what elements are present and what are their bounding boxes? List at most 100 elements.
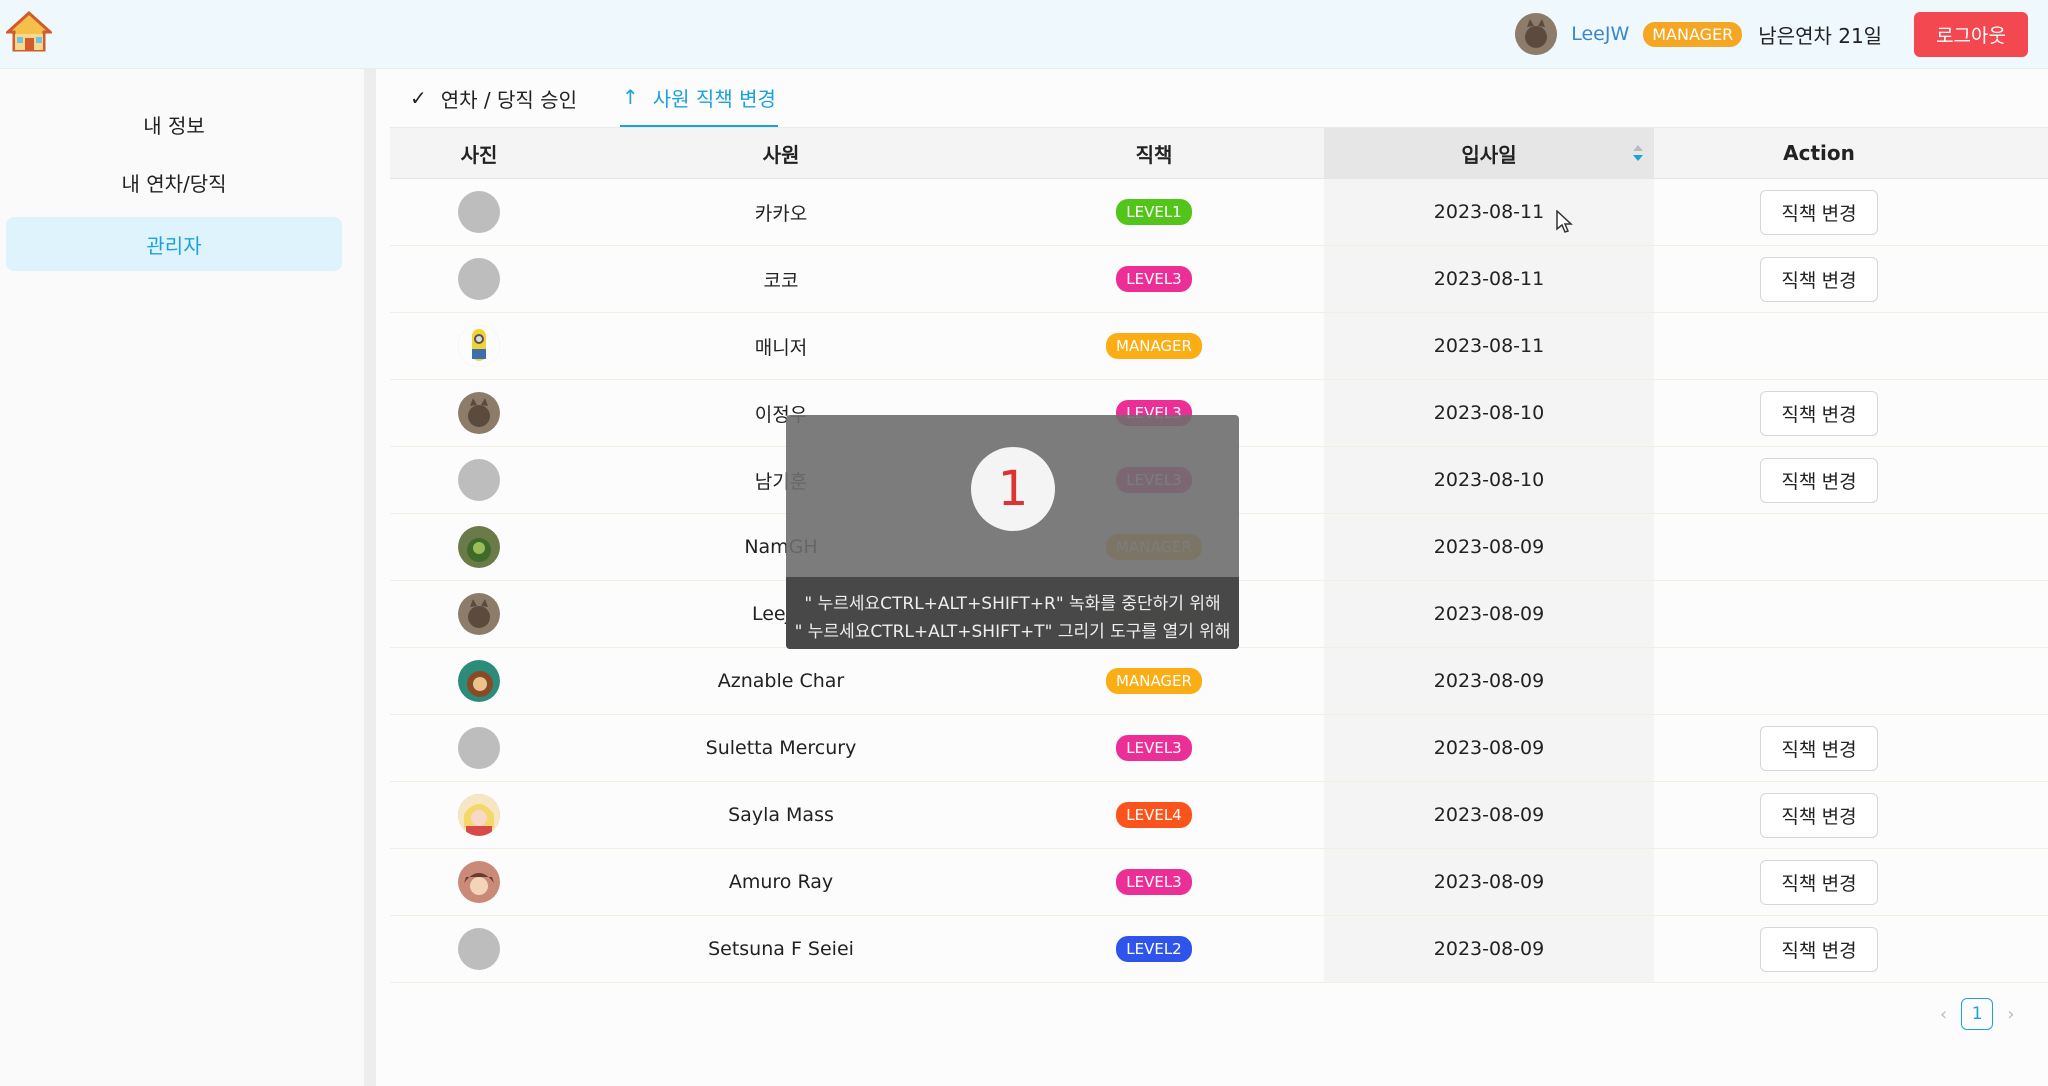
sort-icon[interactable] [1632,143,1644,163]
employee-name: Amuro Ray [728,871,834,893]
position-cell: LEVEL3 [994,849,1314,915]
action-cell: 직책 변경 [1654,782,1984,848]
photo-cell [390,447,568,513]
employee-name: Suletta Mercury [705,737,857,759]
change-position-button[interactable]: 직책 변경 [1760,725,1878,771]
avatar [458,392,500,434]
table-row: 매니저 MANAGER 2023-08-11 [390,313,2048,380]
join-date: 2023-08-10 [1324,380,1654,446]
table-row: 코코 LEVEL3 2023-08-11 직책 변경 [390,246,2048,313]
avatar [458,928,500,970]
col-join-date[interactable]: 입사일 [1324,128,1654,178]
recording-overlay: 1 " 누르세요CTRL+ALT+SHIFT+R" 녹화를 중단하기 위해 " … [786,415,1239,649]
avatar [458,526,500,568]
employee-name: 코코 [763,269,799,292]
employee-name: 카카오 [754,202,808,225]
join-date: 2023-08-09 [1324,916,1654,982]
action-cell: 직책 변경 [1654,179,1984,245]
action-cell: 직책 변경 [1654,916,1984,982]
overlay-line-2: " 누르세요CTRL+ALT+SHIFT+T" 그리기 도구를 열기 위해 [794,622,1231,642]
sidebar: 내 정보 내 연차/당직 관리자 [0,69,376,1086]
level-badge: LEVEL2 [1116,936,1192,962]
tab-label: 연차 / 당직 승인 [440,87,577,112]
position-cell: LEVEL2 [994,916,1314,982]
photo-cell [390,581,568,647]
table-row: Suletta Mercury LEVEL3 2023-08-09 직책 변경 [390,715,2048,782]
col-photo: 사진 [460,142,498,167]
avatar [458,727,500,769]
action-cell: 직책 변경 [1654,380,1984,446]
avatar [458,593,500,635]
position-cell: MANAGER [994,313,1314,379]
avatar [458,861,500,903]
level-badge: LEVEL1 [1116,199,1192,225]
join-date: 2023-08-09 [1324,514,1654,580]
col-employee: 사원 [762,142,800,167]
tab-bar: ✓ 연차 / 당직 승인 ↑ 사원 직책 변경 [390,69,2048,128]
level-badge: LEVEL4 [1116,802,1192,828]
overlay-message-box: " 누르세요CTRL+ALT+SHIFT+R" 녹화를 중단하기 위해 " 누르… [786,577,1239,649]
level-badge: MANAGER [1106,668,1202,694]
photo-cell [390,313,568,379]
remaining-leave: 남은연차 21일 [1758,23,1883,48]
join-date: 2023-08-11 [1324,246,1654,312]
sidebar-item-my-leave[interactable]: 내 연차/당직 [6,155,342,209]
tab-position-change[interactable]: ↑ 사원 직책 변경 [620,69,778,127]
sidebar-item-my-info[interactable]: 내 정보 [6,97,342,151]
level-badge: LEVEL3 [1116,869,1192,895]
photo-cell [390,916,568,982]
avatar [458,660,500,702]
change-position-button[interactable]: 직책 변경 [1760,390,1878,436]
page-1[interactable]: 1 [1961,998,1994,1030]
avatar [458,459,500,501]
tab-label: 사원 직책 변경 [652,86,776,111]
tab-leave-approval[interactable]: ✓ 연차 / 당직 승인 [410,69,577,127]
avatar [458,325,500,367]
change-position-button[interactable]: 직책 변경 [1760,189,1878,235]
user-avatar[interactable] [1515,13,1558,55]
join-date: 2023-08-09 [1324,581,1654,647]
position-cell: MANAGER [994,648,1314,714]
photo-cell [390,514,568,580]
change-position-button[interactable]: 직책 변경 [1760,792,1878,838]
join-date: 2023-08-11 [1324,179,1654,245]
action-cell [1654,581,1984,647]
join-date: 2023-08-10 [1324,447,1654,513]
employee-name: Sayla Mass [728,804,834,826]
action-cell: 직책 변경 [1654,447,1984,513]
chevron-left-icon[interactable]: ‹ [1940,1004,1947,1025]
col-position: 직책 [1135,142,1173,167]
user-area: LeeJW MANAGER 남은연차 21일 로그아웃 [1515,6,2028,62]
table-row: Sayla Mass LEVEL4 2023-08-09 직책 변경 [390,782,2048,849]
change-position-button[interactable]: 직책 변경 [1760,859,1878,905]
avatar [458,258,500,300]
position-cell: LEVEL3 [994,715,1314,781]
chevron-right-icon[interactable]: › [2007,1004,2014,1025]
sidebar-item-admin[interactable]: 관리자 [6,217,342,271]
logout-button[interactable]: 로그아웃 [1914,11,2028,57]
user-name[interactable]: LeeJW [1571,23,1629,45]
photo-cell [390,179,568,245]
role-badge: MANAGER [1643,21,1743,47]
table-row: 카카오 LEVEL1 2023-08-11 직책 변경 [390,179,2048,246]
home-icon[interactable] [6,10,52,54]
action-cell: 직책 변경 [1654,715,1984,781]
avatar [458,191,500,233]
level-badge: LEVEL3 [1116,735,1192,761]
overlay-line-1: " 누르세요CTRL+ALT+SHIFT+R" 녹화를 중단하기 위해 [804,594,1221,614]
change-position-button[interactable]: 직책 변경 [1760,256,1878,302]
join-date: 2023-08-09 [1324,849,1654,915]
position-cell: LEVEL4 [994,782,1314,848]
position-cell: LEVEL1 [994,179,1314,245]
table-row: Setsuna F Seiei LEVEL2 2023-08-09 직책 변경 [390,916,2048,983]
change-position-button[interactable]: 직책 변경 [1760,457,1878,503]
avatar [458,794,500,836]
position-cell: LEVEL3 [994,246,1314,312]
app-header: LeeJW MANAGER 남은연차 21일 로그아웃 [0,0,2048,69]
join-date: 2023-08-09 [1324,648,1654,714]
photo-cell [390,715,568,781]
join-date: 2023-08-09 [1324,715,1654,781]
arrow-up-icon: ↑ [622,85,639,109]
change-position-button[interactable]: 직책 변경 [1760,926,1878,972]
action-cell [1654,313,1984,379]
